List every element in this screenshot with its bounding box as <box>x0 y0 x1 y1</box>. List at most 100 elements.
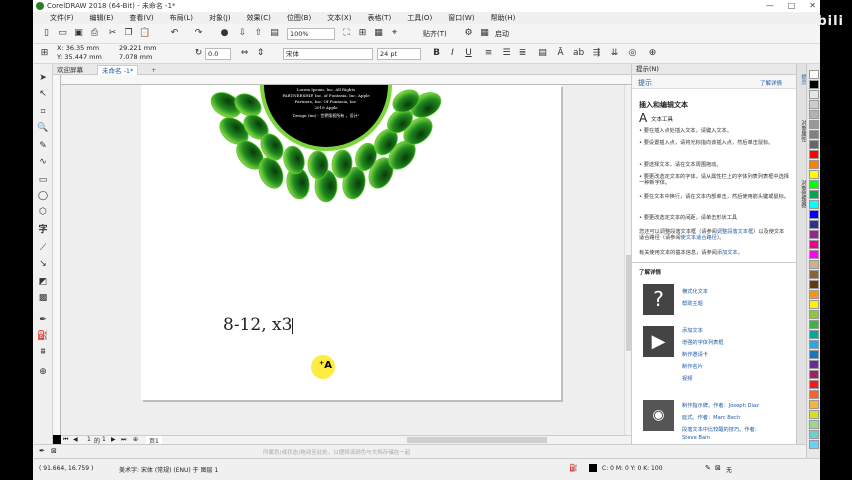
typed-artistic-text[interactable]: 8-12, x3 <box>223 315 294 335</box>
palette-swatch[interactable] <box>809 420 819 429</box>
eyedropper-icon[interactable]: ✒ <box>39 447 45 455</box>
drop-shadow-icon[interactable]: ◩ <box>37 276 49 288</box>
prev-page-icon[interactable]: ◀ <box>73 436 78 443</box>
palette-swatch[interactable] <box>809 410 819 419</box>
palette-swatch[interactable] <box>809 200 819 209</box>
transparency-tool-icon[interactable]: ▩ <box>37 292 49 304</box>
export-icon[interactable]: ⇧ <box>253 28 264 39</box>
tab-document[interactable]: 未命名 -1* <box>97 65 139 75</box>
menu-edit[interactable]: 编辑(E) <box>87 13 117 23</box>
palette-swatch[interactable] <box>809 330 819 339</box>
artistic-media-icon[interactable]: ∿ <box>37 156 49 168</box>
palette-swatch[interactable] <box>809 150 819 159</box>
redo-icon[interactable]: ↷ <box>193 28 204 39</box>
menu-bitmaps[interactable]: 位图(B) <box>284 13 314 23</box>
palette-swatch[interactable] <box>809 430 819 439</box>
italic-button[interactable]: I <box>447 48 458 59</box>
menu-text[interactable]: 文本(X) <box>324 13 354 23</box>
palette-swatch[interactable] <box>809 240 819 249</box>
maximize-button[interactable]: □ <box>788 0 796 12</box>
learn-item-author[interactable]: Steve Bain <box>682 435 792 441</box>
palette-swatch[interactable] <box>809 300 819 309</box>
document-page[interactable]: Lorem Ipsum, Inc. All Rights PARTNERSHIP… <box>141 85 561 400</box>
pdf-icon[interactable]: ▤ <box>269 28 280 39</box>
palette-swatch[interactable] <box>809 400 819 409</box>
text-tool-icon[interactable]: 字 <box>37 224 49 236</box>
drop-cap-icon[interactable]: ▤ <box>537 48 548 59</box>
menu-file[interactable]: 文件(F) <box>47 13 77 23</box>
side-tab-hints[interactable]: 提示 <box>798 74 806 85</box>
menu-object[interactable]: 对象(J) <box>206 13 234 23</box>
learn-item-add-text[interactable]: 添加文本 <box>682 328 787 334</box>
side-tab-object-properties[interactable]: 对象属性 <box>798 120 806 142</box>
learn-item-style[interactable]: 延式。作者：Marc Bech <box>682 415 792 421</box>
menu-table[interactable]: 表格(T) <box>364 13 394 23</box>
new-document-icon[interactable]: ▯ <box>41 28 52 39</box>
palette-swatch[interactable] <box>809 250 819 259</box>
horizontal-scrollbar[interactable]: ⏮ ◀ 1 的 1 ▶ ⏭ ⊕ 页1 <box>61 435 631 445</box>
mirror-vertical-icon[interactable]: ⇕ <box>255 48 266 59</box>
polygon-tool-icon[interactable]: ⬡ <box>37 206 49 218</box>
vertical-text-icon[interactable]: ⇊ <box>609 48 620 59</box>
crop-tool-icon[interactable]: ⌗ <box>37 106 49 118</box>
palette-swatch[interactable] <box>809 100 819 109</box>
palette-swatch[interactable] <box>809 280 819 289</box>
edit-text-icon[interactable]: ab <box>573 48 584 59</box>
palette-swatch[interactable] <box>809 220 819 229</box>
fit-text-to-path-link[interactable]: 使文本适合路径 <box>681 235 717 241</box>
palette-swatch[interactable] <box>809 360 819 369</box>
learn-item-invitation[interactable]: 制作邀请卡 <box>682 352 787 358</box>
next-page-icon[interactable]: ▶ <box>111 436 116 443</box>
interactive-open-type-icon[interactable]: ◎ <box>627 48 638 59</box>
search-content-icon[interactable]: ● <box>219 28 230 39</box>
last-page-icon[interactable]: ⏭ <box>121 436 126 444</box>
learn-item-format-text[interactable]: 横式化文本 <box>682 289 787 295</box>
green-flower-logo[interactable]: Lorem Ipsum, Inc. All Rights PARTNERSHIP… <box>141 85 561 400</box>
palette-swatch[interactable] <box>809 390 819 399</box>
options-gear-icon[interactable]: ⚙ <box>463 28 474 39</box>
bold-button[interactable]: B <box>431 48 442 59</box>
text-align-icon[interactable]: ≡ <box>483 48 494 59</box>
no-color-icon[interactable]: ⊠ <box>51 447 57 455</box>
learn-item-signage[interactable]: 制作指示牌。作者：Joseph Diaz <box>682 403 792 409</box>
undo-icon[interactable]: ↶ <box>169 28 180 39</box>
x-position-field[interactable]: X: 36.35 mm <box>55 44 107 53</box>
vertical-scrollbar[interactable] <box>624 85 631 435</box>
underline-button[interactable]: U <box>463 48 474 59</box>
menu-effects[interactable]: 效果(C) <box>244 13 274 23</box>
connector-tool-icon[interactable]: ↘ <box>37 258 49 270</box>
palette-swatch[interactable] <box>809 380 819 389</box>
import-icon[interactable]: ⇩ <box>237 28 248 39</box>
snap-icon[interactable]: ⌖ <box>389 28 400 39</box>
add-property-icon[interactable]: ⊕ <box>647 48 658 59</box>
fill-color-swatch[interactable] <box>589 464 597 472</box>
height-field[interactable]: 7.078 mm <box>117 53 165 62</box>
print-icon[interactable]: ⎙ <box>89 28 100 39</box>
palette-swatch[interactable] <box>809 270 819 279</box>
eyedropper-tool-icon[interactable]: ✒ <box>37 314 49 326</box>
palette-swatch[interactable] <box>809 160 819 169</box>
object-origin-icon[interactable]: ⊞ <box>39 48 50 59</box>
add-tool-icon[interactable]: ⊕ <box>37 366 49 378</box>
learn-item-business-card[interactable]: 制作名片 <box>682 364 787 370</box>
palette-swatch[interactable] <box>809 350 819 359</box>
interactive-fill-icon[interactable]: ⛽ <box>37 330 49 342</box>
palette-swatch[interactable] <box>809 110 819 119</box>
palette-swatch[interactable] <box>809 230 819 239</box>
menu-tools[interactable]: 工具(O) <box>404 13 435 23</box>
no-outline-icon[interactable]: ⊠ <box>715 464 721 472</box>
view-rulers-icon[interactable]: ⊞ <box>357 28 368 39</box>
palette-swatch[interactable] <box>809 130 819 139</box>
save-icon[interactable]: ▣ <box>73 28 84 39</box>
freehand-tool-icon[interactable]: ✎ <box>37 140 49 152</box>
bullet-list-icon[interactable]: ☰ <box>501 48 512 59</box>
font-list-select[interactable]: 宋体 <box>283 48 373 60</box>
menu-window[interactable]: 窗口(W) <box>445 13 477 23</box>
palette-swatch[interactable] <box>809 190 819 199</box>
tab-welcome[interactable]: 欢迎屏幕 <box>53 65 87 75</box>
drawing-canvas[interactable]: Lorem Ipsum, Inc. All Rights PARTNERSHIP… <box>61 85 624 435</box>
copy-icon[interactable]: ❐ <box>123 28 134 39</box>
palette-swatch[interactable] <box>809 370 819 379</box>
close-button[interactable]: ✕ <box>809 0 816 12</box>
learn-item-font-list[interactable]: 增强的字体列表框 <box>682 340 787 346</box>
